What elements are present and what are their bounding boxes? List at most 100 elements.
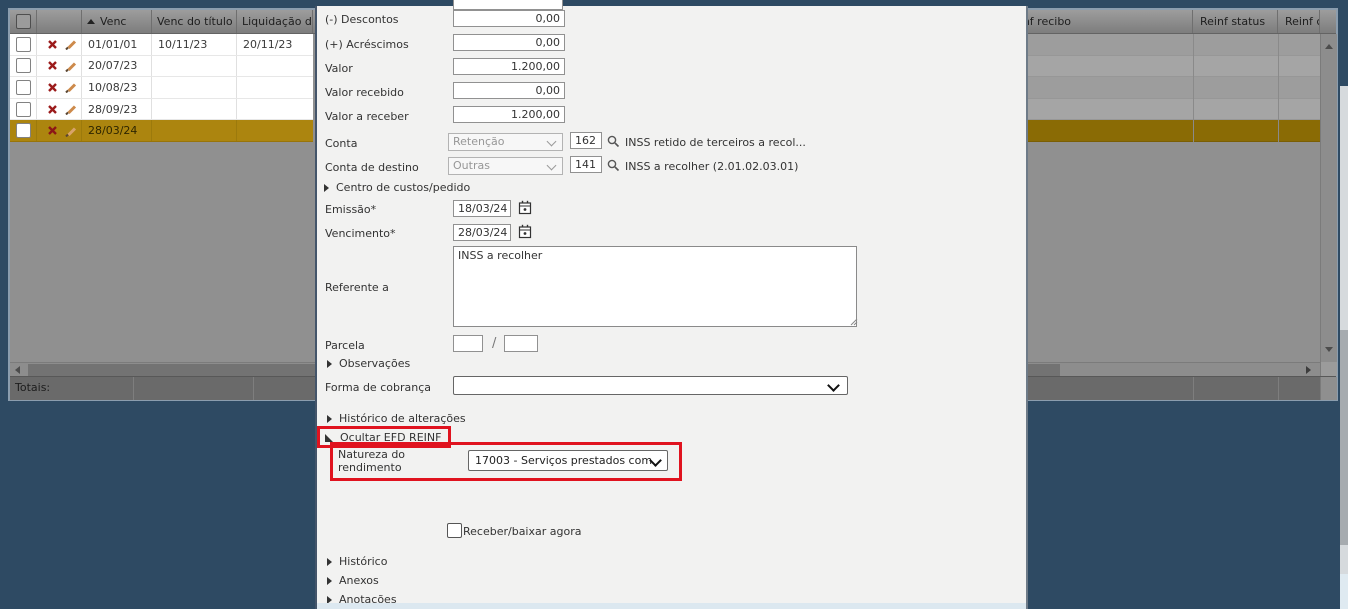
- grid-rows: 01/01/01 10/11/23 20/11/23 20/07/23 10/0…: [10, 34, 313, 142]
- column-divider: [1278, 34, 1279, 142]
- search-icon[interactable]: [607, 159, 620, 172]
- edit-pencil-icon[interactable]: [65, 103, 77, 116]
- receber-baixar-checkbox[interactable]: [447, 523, 462, 538]
- row-actions-cell: [37, 34, 82, 55]
- natureza-rendimento-select[interactable]: 17003 - Serviços prestados com: [468, 450, 668, 471]
- table-row[interactable]: 20/07/23: [10, 55, 313, 78]
- row-checkbox-cell: [10, 77, 37, 98]
- calendar-icon[interactable]: [518, 200, 532, 215]
- column-header-venc-do-titulo: Venc do título: [152, 10, 237, 33]
- divider: [1193, 377, 1194, 400]
- conta-tipo-select: Retenção: [448, 133, 563, 151]
- delete-icon[interactable]: [48, 126, 57, 136]
- scroll-up-icon[interactable]: [1325, 44, 1333, 49]
- column-header-label: Reinf status: [1200, 15, 1266, 28]
- table-row[interactable]: 01/01/01 10/11/23 20/11/23: [10, 34, 313, 56]
- application-window: Venc Venc do título Liquidação d einf re…: [0, 0, 1348, 609]
- valor-input[interactable]: 1.200,00: [453, 58, 565, 75]
- parcela-separator: /: [492, 336, 497, 351]
- edit-pencil-icon[interactable]: [65, 125, 77, 137]
- row-checkbox[interactable]: [15, 58, 31, 74]
- edit-pencil-icon[interactable]: [65, 60, 77, 72]
- search-icon[interactable]: [607, 135, 620, 148]
- grid-vertical-scrollbar[interactable]: [1320, 34, 1337, 362]
- divider: [253, 377, 254, 400]
- row-checkbox[interactable]: [15, 79, 31, 95]
- scrollbar-thumb[interactable]: [1340, 330, 1348, 545]
- section-label: Anexos: [339, 574, 379, 587]
- field-label: Conta: [325, 137, 358, 150]
- column-header-reinf-status: Reinf status: [1193, 10, 1278, 33]
- vencimento-input[interactable]: 28/03/24: [453, 224, 511, 241]
- section-centro-de-custos[interactable]: Centro de custos/pedido: [324, 181, 470, 194]
- cell-liquidacao: 20/11/23: [243, 37, 293, 51]
- row-checkbox[interactable]: [15, 101, 31, 117]
- collapsed-arrow-icon: [327, 576, 332, 585]
- collapsed-arrow-icon: [327, 414, 332, 423]
- delete-icon[interactable]: [48, 83, 57, 92]
- row-actions-cell: [37, 120, 82, 141]
- resize-grip-icon[interactable]: [850, 318, 858, 326]
- actions-header-cell: [37, 10, 82, 33]
- section-label: Histórico de alterações: [339, 412, 466, 425]
- browser-scrollbar: [1340, 0, 1348, 609]
- edit-pencil-icon[interactable]: [65, 38, 77, 51]
- referente-textarea[interactable]: INSS a recolher: [453, 246, 857, 327]
- section-ocultar-efd-reinf[interactable]: Ocultar EFD REINF: [325, 431, 441, 444]
- column-header-label: Venc do título: [157, 15, 233, 28]
- divider: [1278, 377, 1279, 400]
- section-label: Ocultar EFD REINF: [340, 431, 442, 444]
- parcela-input-2[interactable]: [504, 335, 538, 352]
- column-header-label: Reinf c: [1285, 15, 1319, 28]
- row-checkbox-cell: [10, 120, 37, 141]
- valor-recebido-input[interactable]: 0,00: [453, 82, 565, 99]
- conta-destino-codigo-input[interactable]: 141: [570, 156, 602, 173]
- section-anexos[interactable]: Anexos: [327, 574, 379, 587]
- table-row: [1010, 98, 1320, 121]
- parcela-input-1[interactable]: [453, 335, 483, 352]
- field-label: Forma de cobrança: [325, 381, 431, 394]
- scrollbar-corner: [1320, 362, 1337, 376]
- section-observacoes[interactable]: Observações: [327, 357, 410, 370]
- table-row[interactable]: 28/09/23: [10, 98, 313, 121]
- edit-pencil-icon[interactable]: [65, 81, 77, 94]
- section-historico[interactable]: Histórico: [327, 555, 387, 568]
- valor-a-receber-input[interactable]: 1.200,00: [453, 106, 565, 123]
- field-label: Conta de destino: [325, 161, 419, 174]
- scroll-left-icon[interactable]: [15, 366, 20, 374]
- row-checkbox-cell: [10, 55, 37, 77]
- delete-icon[interactable]: [48, 61, 57, 71]
- delete-icon[interactable]: [48, 104, 57, 114]
- delete-icon[interactable]: [48, 39, 57, 49]
- field-label: Parcela: [325, 339, 365, 352]
- detail-form-panel: (-) Descontos 0,00 (+) Acréscimos 0,00 V…: [315, 0, 1028, 609]
- calendar-icon[interactable]: [518, 224, 532, 239]
- collapsed-arrow-icon: [327, 557, 332, 566]
- cropped-input[interactable]: [453, 0, 563, 10]
- acrescimos-input[interactable]: 0,00: [453, 34, 565, 51]
- cell-venc: 28/09/23: [88, 102, 138, 116]
- conta-codigo-input[interactable]: 162: [570, 132, 602, 149]
- table-row[interactable]: 10/08/23: [10, 77, 313, 99]
- cell-venc-do-titulo: 10/11/23: [158, 37, 208, 51]
- cell-venc: 20/07/23: [88, 59, 138, 73]
- row-checkbox[interactable]: [15, 123, 31, 139]
- forma-cobranca-select[interactable]: [453, 376, 848, 395]
- conta-destino-tipo-select: Outras: [448, 157, 563, 175]
- emissao-input[interactable]: 18/03/24: [453, 200, 511, 217]
- row-checkbox[interactable]: [15, 36, 31, 52]
- row-actions-cell: [37, 98, 82, 120]
- table-row-selected[interactable]: 28/03/24: [10, 120, 313, 142]
- column-header-reinf-recibo: einf recibo: [1010, 10, 1193, 33]
- row-checkbox-cell: [10, 98, 37, 120]
- section-historico-de-alteracoes[interactable]: Histórico de alterações: [327, 412, 466, 425]
- scroll-down-icon[interactable]: [1325, 347, 1333, 352]
- cell-venc: 10/08/23: [88, 80, 138, 94]
- expanded-arrow-icon: [325, 433, 333, 442]
- scroll-right-icon[interactable]: [1306, 366, 1311, 374]
- descontos-input[interactable]: 0,00: [453, 10, 565, 27]
- field-label: Referente a: [325, 281, 389, 294]
- table-row: [1010, 55, 1320, 78]
- scrollbar-header-corner: [1320, 10, 1336, 33]
- dimmed-rows-right: [1010, 34, 1320, 142]
